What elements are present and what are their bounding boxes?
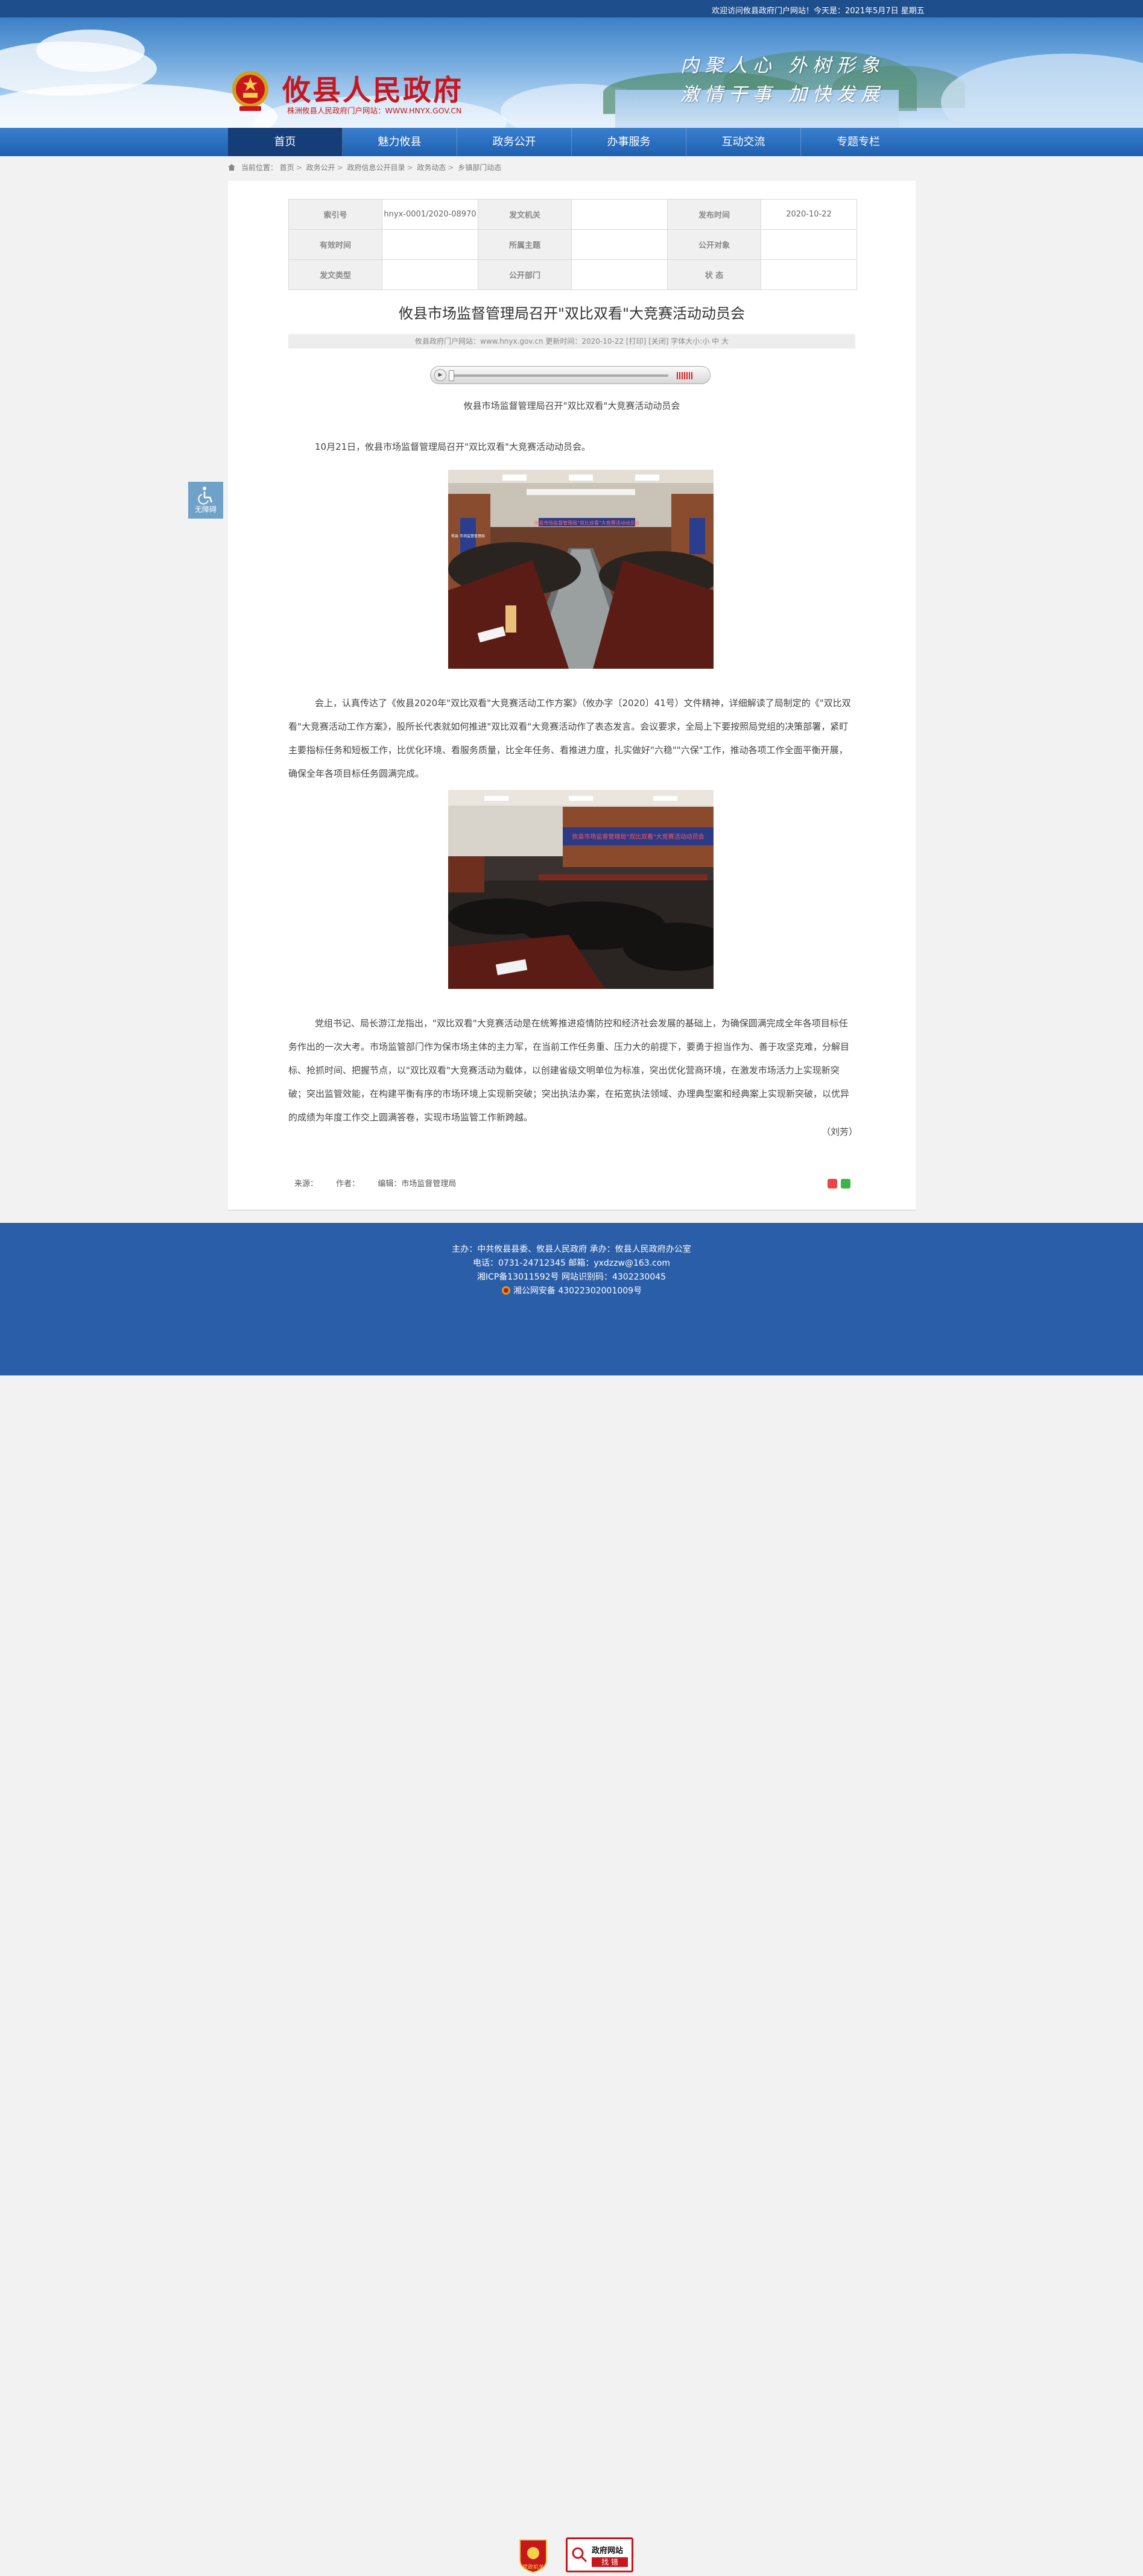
footer-police-record: 湘公网安备 43022302001009号 xyxy=(0,1284,1143,1296)
paragraph-3: 党组书记、局长游江龙指出，"双比双看"大竞赛活动是在统筹推进疫情防控和经济社会发… xyxy=(288,1018,850,1123)
nav-item-charm[interactable]: 魅力攸县 xyxy=(343,128,457,156)
home-icon xyxy=(228,164,235,171)
party-gov-badge-label: 党政机关 xyxy=(522,2565,544,2571)
breadcrumb-prefix: 当前位置： xyxy=(241,163,277,172)
breadcrumb-item-town-dept[interactable]: 乡镇部门动态 xyxy=(458,163,501,172)
photo1-side-board-text: 攸县 市场监督管理局 xyxy=(451,534,485,538)
breadcrumb-item-home[interactable]: 首页 xyxy=(280,163,294,172)
doctype-value xyxy=(382,259,478,290)
progress-track[interactable] xyxy=(451,374,668,377)
nav-item-gov-affairs[interactable]: 政务公开 xyxy=(457,128,572,156)
play-button[interactable]: ▶ xyxy=(434,369,446,381)
dept-value xyxy=(571,259,668,290)
author-field: 作者： xyxy=(336,1179,360,1189)
validity-label: 有效时间 xyxy=(288,229,382,260)
photo2-banner-text: 攸县市场监督管理局"双比双看"大竞赛活动动员会 xyxy=(572,833,704,841)
nav-item-topics[interactable]: 专题专栏 xyxy=(801,128,916,156)
photo1-banner-text: 攸县市场监督管理局"双比双看"大竞赛活动动员会 xyxy=(534,520,639,526)
top-bar: 欢迎访问攸县政府门户网站！今天是：2021年5月7日 星期五 xyxy=(0,0,1143,17)
index-label: 索引号 xyxy=(288,199,382,230)
audience-value xyxy=(761,229,857,260)
national-emblem-icon xyxy=(232,71,268,111)
status-label: 状 态 xyxy=(667,259,761,290)
article-info-bar: 攸县政府门户网站：www.hnyx.gov.cn 更新时间：2020-10-22… xyxy=(288,334,855,349)
report-error-action: 找 错 xyxy=(592,2557,628,2567)
issuer-label: 发文机关 xyxy=(478,199,572,230)
footer-sponsor: 主办：中共攸县县委、攸县人民政府 承办：攸县人民政府办公室 xyxy=(452,1245,691,1254)
accessibility-button[interactable]: 无障碍 xyxy=(188,482,223,519)
breadcrumb-item-news[interactable]: 政务动态 xyxy=(417,163,446,172)
topic-label: 所属主题 xyxy=(478,229,572,260)
article-subtitle: 攸县市场监督管理局召开"双比双看"大竞赛活动动员会 xyxy=(463,400,680,411)
footer-icp: 湘ICP备13011592号 网站识别码：4302230045 xyxy=(477,1272,666,1282)
article-footer-meta: 来源： 作者： 编辑：市场监督管理局 xyxy=(294,1177,472,1189)
police-badge-icon xyxy=(501,1286,510,1295)
nav-item-home[interactable]: 首页 xyxy=(228,128,343,156)
source-field: 来源： xyxy=(294,1179,318,1189)
report-error-badge[interactable]: 政府网站 找 错 xyxy=(566,2537,633,2572)
main-nav: 首页 魅力攸县 政务公开 办事服务 互动交流 专题专栏 xyxy=(0,128,1143,156)
doctype-label: 发文类型 xyxy=(288,259,382,290)
meeting-photo-1: 攸县市场监督管理局"双比双看"大竞赛活动动员会 攸县 市场监督管理局 xyxy=(448,470,714,669)
topic-value xyxy=(571,229,668,260)
dept-label: 公开部门 xyxy=(478,259,572,290)
site-footer: 主办：中共攸县县委、攸县人民政府 承办：攸县人民政府办公室 电话：0731-24… xyxy=(0,1223,1143,2574)
weibo-share-icon[interactable] xyxy=(828,1179,837,1189)
nav-item-interaction[interactable]: 互动交流 xyxy=(686,128,801,156)
volume-icon[interactable] xyxy=(677,372,694,379)
author-signature: （刘芳） xyxy=(822,1126,858,1137)
wheelchair-icon xyxy=(198,487,213,505)
date-value: 2020-10-22 xyxy=(761,199,857,230)
magnifier-icon xyxy=(572,2547,587,2563)
header-banner: 攸县人民政府 株洲攸县人民政府门户网站：WWW.HNYX.GOV.CN 内聚人心… xyxy=(0,17,1143,128)
report-error-title: 政府网站 xyxy=(592,2546,624,2555)
breadcrumb-item-gov-affairs[interactable]: 政务公开 xyxy=(306,163,335,172)
status-value xyxy=(761,259,857,290)
site-name: 攸县人民政府 xyxy=(282,74,463,107)
editor-field: 编辑：市场监督管理局 xyxy=(378,1179,457,1189)
metadata-table: 索引号 hnyx-0001/2020-08970 发文机关 发布时间 2020-… xyxy=(288,199,857,290)
site-url: 株洲攸县人民政府门户网站：WWW.HNYX.GOV.CN xyxy=(287,106,462,115)
audio-player: ▶ xyxy=(430,366,711,384)
index-value: hnyx-0001/2020-08970 xyxy=(382,199,478,230)
issuer-value xyxy=(571,199,668,230)
paragraph-2: 会上，认真传达了《攸县2020年"双比双看"大竞赛活动工作方案》（攸办字〔202… xyxy=(288,698,851,779)
wechat-share-icon[interactable] xyxy=(841,1179,850,1189)
meeting-photo-2: 攸县市场监督管理局"双比双看"大竞赛活动动员会 xyxy=(448,790,714,989)
audience-label: 公开对象 xyxy=(667,229,761,260)
welcome-text: 欢迎访问攸县政府门户网站！今天是：2021年5月7日 星期五 xyxy=(712,7,925,16)
slogan-line1: 内聚人心 外树形象 xyxy=(680,55,885,77)
breadcrumb-item-catalog[interactable]: 政府信息公开目录 xyxy=(347,163,405,172)
article-card: 索引号 hnyx-0001/2020-08970 发文机关 发布时间 2020-… xyxy=(228,181,916,1210)
nav-item-services[interactable]: 办事服务 xyxy=(572,128,686,156)
progress-handle[interactable] xyxy=(449,370,454,381)
date-label: 发布时间 xyxy=(667,199,761,230)
party-gov-badge[interactable]: 党政机关 xyxy=(518,2537,549,2574)
slogan-line2: 激情干事 加快发展 xyxy=(680,84,885,106)
footer-contact: 电话：0731-24712345 邮箱：yxdzzw@163.com xyxy=(472,1258,671,1268)
accessibility-label: 无障碍 xyxy=(194,505,217,514)
breadcrumb: 当前位置： 首页 > 政务公开 > 政府信息公开目录 > 政务动态 > 乡镇部门动态 xyxy=(228,162,501,172)
paragraph-1: 10月21日，攸县市场监督管理局召开"双比双看"大竞赛活动动员会。 xyxy=(315,441,590,452)
validity-value xyxy=(382,229,478,260)
article-title: 攸县市场监督管理局召开"双比双看"大竞赛活动动员会 xyxy=(398,305,746,322)
